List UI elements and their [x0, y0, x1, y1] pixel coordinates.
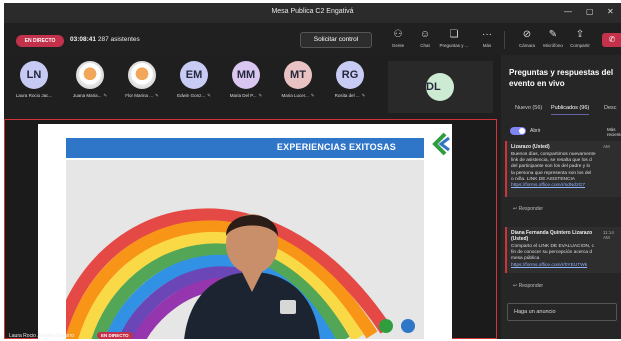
sort-label[interactable]: Más recientes — [607, 127, 621, 137]
slide-photo — [66, 160, 424, 339]
card-author: Diana Fernanda Quintero Lizarazo (Usted) — [511, 230, 593, 242]
participant-tile[interactable]: MT Maria Lucer... ✎ — [276, 61, 320, 99]
presenter-live-badge: EN DIRECTO — [97, 332, 133, 339]
qa-panel: Preguntas y respuestas del evento en viv… — [501, 55, 621, 339]
maximize-icon[interactable]: ▢ — [586, 7, 594, 16]
people-button[interactable]: ⚇ Gente — [383, 29, 413, 48]
pin-icon: ✎ — [258, 93, 263, 98]
pin-icon: ✎ — [361, 93, 366, 98]
tab-new[interactable]: Nuevo (56) — [515, 105, 542, 111]
pin-icon: ✎ — [310, 93, 315, 98]
toggle-label: Abrir — [530, 128, 541, 134]
more-icon: ··· — [482, 29, 492, 40]
card-time: 11:14 AM — [603, 230, 614, 240]
toolbar-divider — [504, 31, 505, 49]
title-bar: Mesa Publica C2 Engativá — ▢ ✕ — [4, 3, 621, 23]
qa-card[interactable]: Lizarazo (Usted) AM Buenos días, compart… — [505, 141, 621, 197]
share-icon: ⇪ — [575, 29, 585, 40]
avatar-photo — [76, 61, 104, 89]
meeting-toolbar: EN DIRECTO 03:08:41 287 asistentes Solic… — [4, 23, 621, 55]
attendee-count: 287 asistentes — [97, 36, 140, 43]
card-link[interactable]: https://forms.office.com/r/0YEUTWk — [511, 263, 617, 269]
more-button[interactable]: ··· Más — [472, 29, 502, 48]
qa-icon: ❏ — [449, 29, 459, 40]
window-title: Mesa Publica C2 Engativá — [271, 8, 354, 15]
card-link[interactable]: https://forms.office.com/r/sdNd2G7 — [511, 183, 617, 189]
pin-icon: ✎ — [154, 93, 159, 98]
slide-header: EXPERIENCIAS EXITOSAS — [66, 138, 424, 158]
minimize-icon[interactable]: — — [564, 7, 572, 16]
card-text: Comparto el LINK DE EVALUACION, c fin de… — [511, 244, 595, 262]
people-icon: ⚇ — [393, 29, 403, 40]
close-icon[interactable]: ✕ — [607, 7, 614, 16]
participant-name: Laura Rocio Jac... — [15, 93, 53, 98]
elapsed-time: 03:08:41 — [70, 36, 97, 43]
participant-tile[interactable]: Juana Maria... ✎ — [68, 61, 112, 99]
mic-button[interactable]: ✎ Micrófono — [538, 29, 568, 48]
phone-icon: ✆ — [608, 35, 616, 44]
participant-tile[interactable]: MM Maria Del P... ✎ — [224, 61, 268, 99]
mic-label: Micrófono — [543, 43, 563, 48]
avatar-photo — [128, 61, 156, 89]
reply-button[interactable]: ↩ Responder — [513, 206, 543, 212]
request-control-button[interactable]: Solicitar control — [300, 32, 372, 48]
reply-button[interactable]: ↩ Responder — [513, 283, 543, 289]
shared-slide: EXPERIENCIAS EXITOSAS — [38, 124, 452, 339]
participant-name: Juana Maria... ✎ — [72, 93, 108, 98]
teams-window: Mesa Publica C2 Engativá — ▢ ✕ EN DIRECT… — [4, 3, 621, 339]
avatar: DL — [426, 73, 454, 101]
people-label: Gente — [391, 43, 405, 48]
avatar: MM — [232, 61, 260, 89]
logo-icon — [432, 132, 450, 156]
presenter-name: Laura Rocio Jacome Navarro — [9, 333, 75, 339]
avatar: LN — [20, 61, 48, 89]
avatar: MT — [284, 61, 312, 89]
video-stage[interactable]: EXPERIENCIAS EXITOSAS Laura Rocio Jacome… — [4, 119, 497, 339]
participant-name: Maria Del P... ✎ — [229, 93, 263, 98]
pin-icon: ✎ — [207, 93, 211, 98]
participant-tile[interactable]: RG Rosita del ... ✎ — [328, 61, 372, 99]
slide-title: EXPERIENCIAS EXITOSAS — [276, 142, 396, 152]
share-label: Compartir — [570, 43, 590, 48]
pin-icon: ✎ — [103, 93, 108, 98]
participant-tile[interactable]: Flor Marina ... ✎ — [120, 61, 164, 99]
chat-icon: ☺ — [419, 29, 431, 40]
qa-label: Preguntas y ... — [439, 43, 469, 48]
chat-label: Chat — [420, 43, 430, 48]
tab-published[interactable]: Publicados (96) — [551, 105, 590, 115]
participant-name: Edwin Gonz... ✎ — [177, 93, 211, 98]
avatar: RG — [336, 61, 364, 89]
open-toggle[interactable] — [510, 127, 526, 135]
chat-button[interactable]: ☺ Chat — [410, 29, 440, 48]
participant-name: Flor Marina ... ✎ — [125, 93, 159, 98]
more-label: Más — [482, 43, 492, 48]
participant-tile[interactable]: EM Edwin Gonz... ✎ — [172, 61, 216, 99]
mic-off-icon: ✎ — [548, 29, 558, 40]
participant-tile[interactable]: LN Laura Rocio Jac... — [12, 61, 56, 98]
live-badge: EN DIRECTO — [16, 35, 64, 47]
spotlight-tile[interactable]: DL — [388, 61, 493, 113]
rainbow-photo — [66, 160, 424, 339]
participant-name: Rosita del ... ✎ — [334, 93, 366, 98]
participant-name: Maria Lucer... ✎ — [281, 93, 315, 98]
card-time: AM — [603, 144, 610, 149]
card-text: Buenos días, compartimos nuevamente link… — [511, 152, 596, 182]
tab-dismissed[interactable]: Desc — [604, 105, 617, 111]
qa-card[interactable]: Diana Fernanda Quintero Lizarazo (Usted)… — [505, 227, 621, 273]
card-author: Lizarazo (Usted) — [511, 144, 550, 150]
panel-title: Preguntas y respuestas del evento en viv… — [509, 68, 614, 88]
meeting-timer: 03:08:41 287 asistentes — [70, 36, 140, 43]
avatar: EM — [180, 61, 208, 89]
share-button[interactable]: ⇪ Compartir — [565, 29, 595, 48]
qa-button[interactable]: ❏ Preguntas y ... — [439, 29, 469, 48]
announcement-input[interactable]: Haga un anuncio — [507, 303, 617, 321]
leave-button[interactable]: ✆ — [602, 33, 621, 47]
